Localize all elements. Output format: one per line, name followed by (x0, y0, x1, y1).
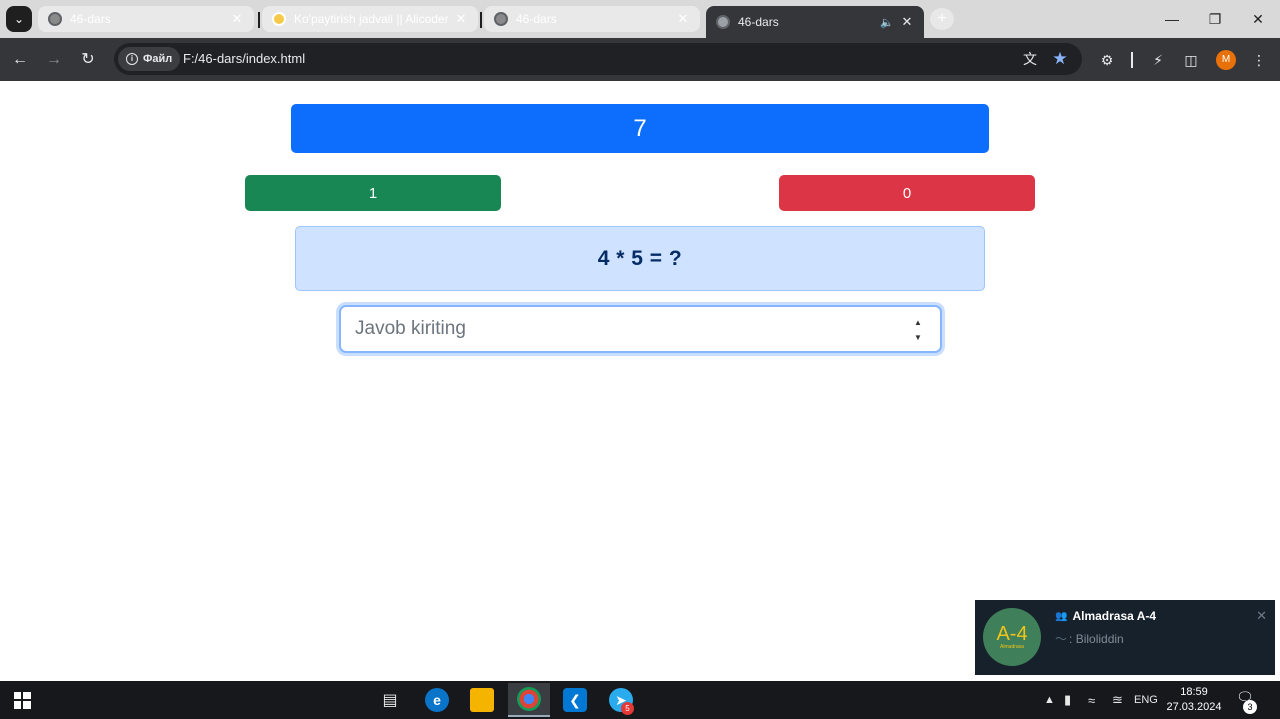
battery-icon[interactable]: ▮ (1064, 681, 1071, 719)
correct-answers-button[interactable]: 1 (245, 175, 501, 211)
tab-46-dars-active[interactable]: 46-dars 🔈 ✕ (706, 6, 924, 38)
restore-button[interactable]: ❐ (1195, 6, 1235, 32)
notification-message: 〜: Biloliddin (1055, 632, 1124, 646)
telegram-app[interactable]: ➤ 5 (600, 683, 642, 717)
back-button[interactable]: ← (8, 48, 32, 72)
spin-down-icon[interactable]: ▼ (914, 333, 922, 342)
file-explorer-app[interactable] (461, 683, 503, 717)
windows-taskbar: ▤ e ❮ ➤ 5 ▲ ▮ ≈ ≊ ENG 18:59 27.03.2024 🗨… (0, 681, 1280, 719)
tab-title: 46-dars (516, 12, 557, 26)
chrome-app[interactable] (508, 683, 550, 717)
reload-button[interactable]: ↻ (76, 48, 100, 72)
url-text[interactable]: F:/46-dars/index.html (183, 51, 305, 66)
start-button[interactable] (0, 681, 44, 719)
tab-strip: ⌄ 46-dars ✕ Ko'paytirish jadvali || Alic… (0, 0, 1280, 38)
clock-date: 27.03.2024 (1166, 701, 1222, 713)
more-menu-icon[interactable]: ⋮ (1248, 49, 1270, 71)
notification-sender: Biloliddin (1075, 632, 1124, 646)
answer-field-wrapper: ▲ ▼ (339, 305, 942, 353)
group-icon: 👥 (1055, 610, 1068, 622)
site-info-chip[interactable]: i Файл (118, 47, 181, 71)
vscode-icon: ❮ (563, 688, 587, 712)
answer-input[interactable] (341, 307, 940, 351)
avatar-text: A-4 (996, 623, 1028, 645)
tab-title: Ko'paytirish jadvali || Alicoder.uz (294, 12, 448, 26)
voice-wave-icon: 〜 (1055, 632, 1068, 646)
language-indicator[interactable]: ENG (1134, 681, 1158, 719)
notification-title-text: Almadrasa A-4 (1072, 609, 1157, 623)
forward-button[interactable]: → (42, 48, 66, 72)
address-bar[interactable]: i Файл F:/46-dars/index.html 文 ★ (114, 43, 1082, 75)
site-chip-label: Файл (143, 53, 173, 65)
tab-46-dars-2[interactable]: 46-dars ✕ (484, 6, 700, 32)
notification-count-badge: 3 (1243, 700, 1257, 714)
alicoder-icon (272, 12, 286, 26)
clock-time: 18:59 (1180, 686, 1208, 698)
question-counter: 7 (291, 104, 989, 153)
group-avatar: A-4 Almadrasa (983, 608, 1041, 666)
tab-alicoder[interactable]: Ko'paytirish jadvali || Alicoder.uz ✕ (262, 6, 478, 32)
minimize-button[interactable]: — (1152, 6, 1192, 32)
close-icon[interactable]: ✕ (1256, 608, 1267, 624)
performance-icon[interactable]: ⚡ (1147, 49, 1169, 71)
notification-title: 👥 Almadrasa A-4 (1055, 609, 1156, 623)
globe-icon (494, 12, 508, 26)
chrome-icon (517, 687, 541, 711)
close-icon[interactable]: ✕ (230, 12, 244, 26)
telegram-unread-badge: 5 (621, 702, 634, 715)
chevron-down-icon: ⌄ (13, 12, 25, 26)
wifi-icon[interactable]: ≊ (1112, 681, 1123, 719)
edge-icon: e (425, 688, 449, 712)
close-icon[interactable]: ✕ (676, 12, 690, 26)
number-spinner[interactable]: ▲ ▼ (912, 318, 924, 342)
wifi-off-icon[interactable]: ≈ (1088, 681, 1095, 719)
tab-separator (258, 12, 260, 28)
toolbar-divider (1131, 52, 1133, 68)
wrong-answers-button[interactable]: 0 (779, 175, 1035, 211)
new-tab-button[interactable]: + (930, 8, 954, 30)
globe-icon (48, 12, 62, 26)
telegram-notification[interactable]: A-4 Almadrasa 👥 Almadrasa A-4 〜: Bilolid… (975, 600, 1275, 675)
close-icon[interactable]: ✕ (900, 15, 914, 29)
info-icon: i (126, 53, 138, 65)
system-clock[interactable]: 18:59 27.03.2024 (1162, 685, 1226, 715)
avatar-subtext: Almadrasa (1000, 644, 1024, 650)
tab-search-button[interactable]: ⌄ (6, 6, 32, 32)
tab-title: 46-dars (70, 12, 111, 26)
folder-icon (470, 688, 494, 712)
browser-toolbar: ← → ↻ i Файл F:/46-dars/index.html 文 ★ ⚙… (0, 38, 1280, 81)
tab-title: 46-dars (738, 15, 779, 29)
close-icon[interactable]: ✕ (454, 12, 468, 26)
close-window-button[interactable]: ✕ (1238, 6, 1278, 32)
tab-46-dars-1[interactable]: 46-dars ✕ (38, 6, 254, 32)
spin-up-icon[interactable]: ▲ (914, 318, 922, 327)
side-panel-icon[interactable]: ◫ (1180, 49, 1202, 71)
question-alert: 4 * 5 = ? (295, 226, 985, 291)
extensions-icon[interactable]: ⚙ (1096, 49, 1118, 71)
bookmark-star-icon[interactable]: ★ (1050, 49, 1070, 69)
profile-avatar[interactable]: M (1216, 50, 1236, 70)
edge-app[interactable]: e (416, 683, 458, 717)
vscode-app[interactable]: ❮ (554, 683, 596, 717)
tab-separator (480, 12, 482, 28)
page-content: 7 1 0 4 * 5 = ? ▲ ▼ (0, 81, 1280, 681)
translate-icon[interactable]: 文 (1020, 49, 1040, 69)
globe-icon (716, 15, 730, 29)
task-view-icon: ▤ (382, 692, 398, 709)
speaker-icon[interactable]: 🔈 (880, 16, 894, 29)
show-hidden-icons-button[interactable]: ▲ (1044, 681, 1055, 719)
task-view-button[interactable]: ▤ (369, 683, 411, 717)
windows-logo-icon (13, 691, 31, 709)
